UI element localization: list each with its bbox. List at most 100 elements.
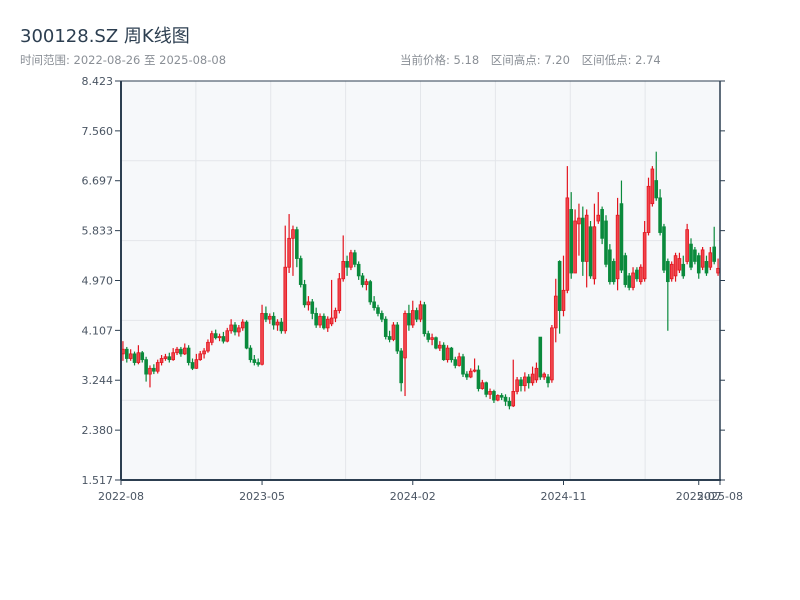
candle-body (202, 350, 206, 355)
candle-body (395, 324, 400, 352)
candle-body (182, 347, 187, 355)
candle-body (635, 269, 639, 280)
candle (434, 336, 438, 350)
candle-body (144, 359, 148, 375)
candle-body (159, 358, 164, 363)
candle-body (553, 295, 558, 329)
candle-body (244, 321, 249, 349)
candle (298, 255, 303, 288)
candle (611, 258, 616, 285)
candle-body (333, 310, 338, 319)
candle-body (136, 352, 141, 363)
candle-body (407, 313, 411, 326)
candle (650, 166, 655, 207)
candle (391, 322, 396, 342)
candle-body (468, 370, 473, 378)
candle (638, 264, 643, 285)
candle-body (604, 220, 608, 265)
candle-body (712, 246, 717, 262)
y-tick-label: 1.517 (82, 474, 114, 487)
candle-body (287, 237, 291, 268)
candle-body (515, 379, 519, 392)
candle-body (550, 327, 554, 381)
candle-body (658, 197, 662, 233)
candle (186, 345, 191, 366)
candle-body (638, 266, 643, 283)
candle-body (264, 313, 268, 320)
candle-body (291, 229, 295, 239)
candle-body (646, 185, 651, 233)
candle-body (260, 313, 264, 365)
candle (627, 272, 631, 291)
candle (700, 246, 705, 271)
candle-body (511, 391, 516, 407)
candle-body (465, 373, 469, 378)
candle (604, 215, 608, 268)
candle-body (152, 367, 156, 372)
candle-body (364, 281, 369, 285)
candle-body (538, 336, 543, 378)
candle-body (225, 330, 230, 342)
candle-body (619, 203, 624, 271)
candle (550, 324, 554, 383)
y-tick-label: 7.560 (82, 125, 114, 138)
x-tick-label: 2023-05 (239, 490, 285, 503)
candle (588, 220, 593, 279)
candle-body (650, 168, 655, 205)
candle-body (124, 348, 129, 359)
candle-body (256, 362, 260, 365)
candle (445, 345, 450, 363)
candlestick-chart: 8.423 7.560 6.697 5.833 4.970 4.107 3.244 2.380… (82, 75, 743, 503)
candle-body (217, 336, 222, 339)
candle-body (206, 341, 210, 352)
candle-body (267, 315, 272, 320)
candle-body (322, 315, 326, 329)
candle-body (391, 324, 396, 340)
candle-body (596, 214, 601, 222)
candle-body (480, 382, 485, 389)
candle-body (341, 261, 346, 280)
y-tick-label: 2.380 (82, 424, 114, 437)
candle (441, 342, 446, 361)
candle-body (611, 261, 616, 283)
candle-body (449, 347, 454, 361)
candle-body (588, 226, 593, 277)
candle-body (685, 229, 689, 262)
candle-body (592, 226, 597, 280)
candle-body (708, 252, 713, 268)
candle-body (677, 258, 682, 271)
candle-body (530, 373, 535, 384)
candle-body (298, 258, 303, 285)
candle-body (283, 266, 288, 332)
candle-body (476, 369, 481, 389)
candle-body (275, 321, 280, 326)
x-tick-label: 2022-08 (98, 490, 144, 503)
candle-body (237, 327, 241, 333)
candle-body (523, 376, 527, 387)
candle (383, 316, 388, 340)
candle-body (472, 369, 477, 372)
candle (495, 394, 500, 402)
candle-body (186, 347, 191, 363)
candle-body (669, 263, 674, 280)
candle-body (410, 310, 415, 326)
candle-body (221, 336, 226, 342)
candle-body (461, 356, 465, 375)
candle-body (155, 362, 160, 372)
candle-body (565, 197, 570, 291)
candle-body (229, 324, 233, 332)
candle (662, 223, 666, 273)
candle-body (654, 180, 659, 199)
x-tick-label: 2024-02 (390, 490, 436, 503)
candle-body (696, 255, 701, 274)
candle-body (302, 284, 307, 306)
candle-body (418, 304, 423, 320)
candle-body (600, 209, 604, 239)
candle-body (581, 217, 585, 262)
candle-body (360, 275, 365, 285)
candle-body (534, 367, 539, 381)
candle-body (179, 348, 183, 355)
candle-body (295, 229, 299, 259)
candle (538, 336, 543, 380)
candle-body (492, 391, 496, 401)
